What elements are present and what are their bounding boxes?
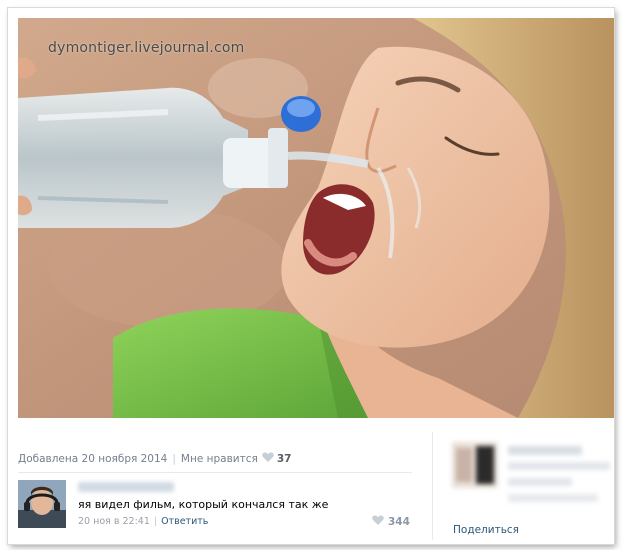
- meta-separator: |: [172, 453, 176, 465]
- watermark: dymontiger.livejournal.com: [48, 40, 245, 56]
- commenter-name-blurred[interactable]: [78, 482, 174, 492]
- post-photo[interactable]: dymontiger.livejournal.com: [18, 18, 614, 418]
- post-like-count: 37: [276, 453, 292, 465]
- comment-likes[interactable]: 344: [372, 515, 410, 528]
- avatar[interactable]: [18, 480, 66, 528]
- reply-link[interactable]: Ответить: [161, 516, 208, 527]
- like-link[interactable]: Мне нравится: [181, 453, 258, 465]
- shared-post-text-blurred: [508, 478, 572, 486]
- comment-like-count: 344: [388, 516, 410, 528]
- comment-text: яя видел фильм, который кончался так же: [78, 498, 329, 511]
- comment-date[interactable]: 20 ноя в 22:41: [78, 516, 150, 527]
- comment-meta: 20 ноя в 22:41 | Ответить: [78, 516, 208, 527]
- shared-post-thumbnail[interactable]: [452, 442, 498, 488]
- shared-post-text-blurred: [508, 462, 610, 470]
- bottle-cap-icon: [281, 96, 321, 132]
- shared-post-text-blurred: [508, 494, 598, 502]
- heart-icon: [372, 515, 384, 525]
- shared-post-title-blurred[interactable]: [508, 446, 582, 455]
- post-meta: Добавлена 20 ноября 2014 | Мне нравится 37: [18, 452, 291, 466]
- photo-illustration: [18, 18, 614, 418]
- share-link[interactable]: Поделиться: [453, 524, 519, 536]
- sidebar-divider: [432, 432, 433, 540]
- comments-divider: [18, 472, 412, 473]
- heart-icon[interactable]: [262, 452, 274, 466]
- post-added-date: Добавлена 20 ноября 2014: [18, 453, 168, 465]
- meta-separator: |: [153, 516, 158, 527]
